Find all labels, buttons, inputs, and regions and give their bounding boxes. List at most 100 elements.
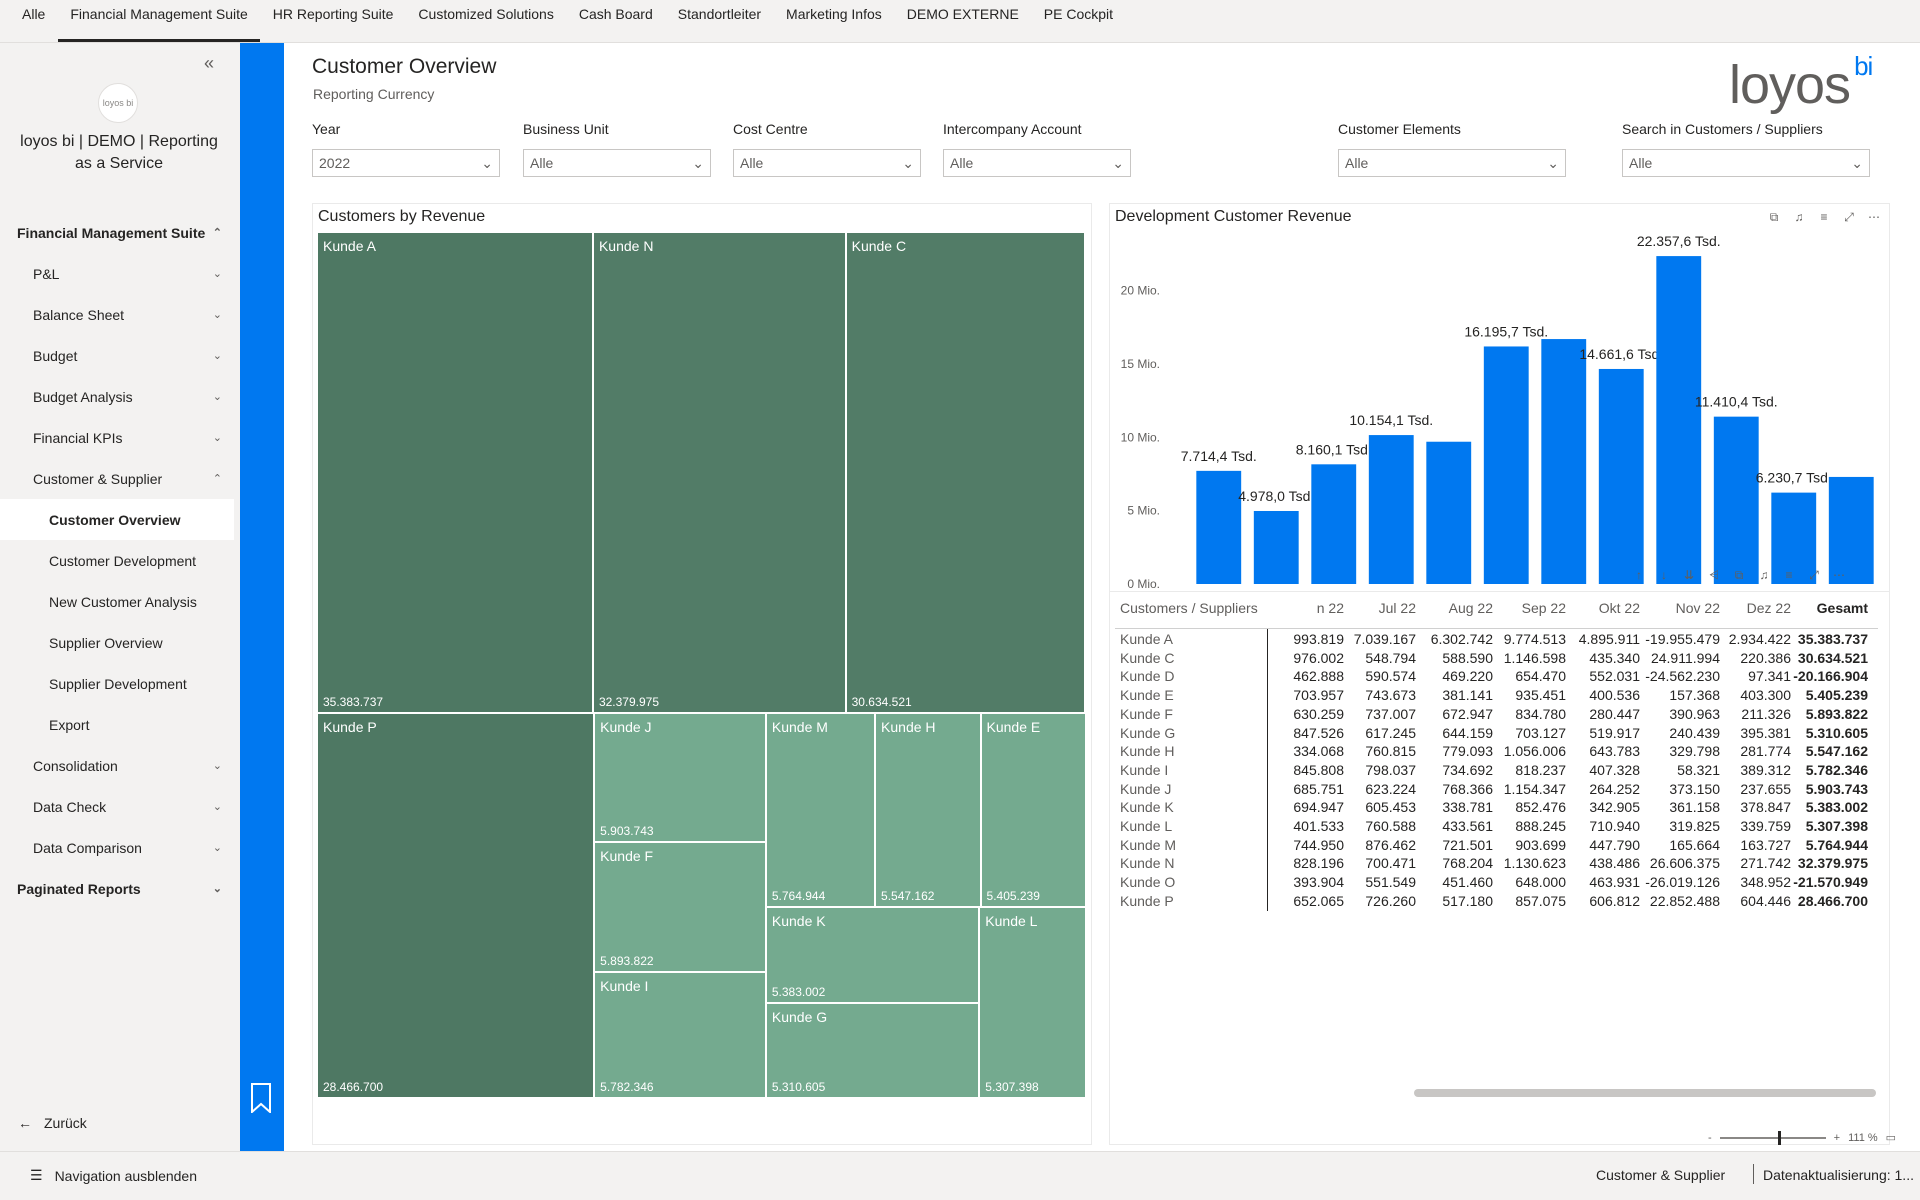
treemap-tile[interactable]: Kunde F 5.893.822	[594, 842, 766, 972]
treemap-tile[interactable]: Kunde L 5.307.398	[979, 907, 1086, 1098]
bar[interactable]	[1483, 346, 1529, 584]
sidebar-item-customer-supplier[interactable]: Customer & Supplier ⌃	[0, 458, 234, 499]
tab-hr-reporting-suite[interactable]: HR Reporting Suite	[261, 0, 406, 42]
column-header[interactable]: Aug 22	[1449, 600, 1493, 616]
sidebar-item-budget[interactable]: Budget ⌄	[0, 335, 234, 376]
bar[interactable]	[1368, 435, 1414, 584]
treemap-tile[interactable]: Kunde G 5.310.605	[765, 1002, 980, 1098]
sidebar-item-financial-kpis[interactable]: Financial KPIs ⌄	[0, 417, 234, 458]
tab-standortleiter[interactable]: Standortleiter	[666, 0, 773, 42]
copy-icon[interactable]: ⧉	[1732, 568, 1746, 582]
zoom-thumb[interactable]	[1777, 1130, 1781, 1145]
column-header[interactable]: n 22	[1317, 600, 1344, 616]
business-unit-dropdown[interactable]: Alle ⌄	[523, 149, 711, 177]
row-header[interactable]: Customers / Suppliers	[1120, 600, 1258, 616]
year-dropdown[interactable]: 2022 ⌄	[312, 149, 500, 177]
table-row[interactable]: Kunde F 630.259 737.007 672.947 834.780 280.4…	[1110, 706, 1891, 725]
table-row[interactable]: Kunde C 976.002 548.794 588.590 1.146.598 435…	[1110, 650, 1891, 669]
zoom-in-button[interactable]: +	[1834, 1132, 1840, 1144]
sidebar-item-p-l[interactable]: P&L ⌄	[0, 253, 234, 294]
treemap-visual[interactable]: Customers by Revenue Kunde A 35.383.737 Ku…	[312, 203, 1092, 1145]
table-row[interactable]: Kunde D 462.888 590.574 469.220 654.470 552.0…	[1110, 668, 1891, 687]
table-row[interactable]: Kunde G 847.526 617.245 644.159 703.127 519.9…	[1110, 725, 1891, 744]
table-row[interactable]: Kunde L 401.533 760.588 433.561 888.245 710.9…	[1110, 818, 1891, 837]
tab-financial-management-suite[interactable]: Financial Management Suite	[58, 0, 260, 42]
sidebar-item-consolidation[interactable]: Consolidation ⌄	[0, 745, 234, 786]
sidebar-item-new-customer-analysis[interactable]: New Customer Analysis	[0, 581, 234, 622]
table-row[interactable]: Kunde N 828.196 700.471 768.204 1.130.623 438…	[1110, 855, 1891, 874]
revenue-chart-visual[interactable]: Development Customer Revenue ⧉ ♫ ≡ ⤢ ⋯ 0…	[1109, 203, 1890, 615]
search-customers-dropdown[interactable]: Alle ⌄	[1622, 149, 1870, 177]
drill-down-icon[interactable]: ↓	[1657, 568, 1671, 582]
back-button[interactable]: ← Zurück	[18, 1115, 87, 1131]
column-header[interactable]: Nov 22	[1676, 600, 1720, 616]
bar[interactable]	[1311, 464, 1357, 584]
filter-icon[interactable]: ≡	[1782, 568, 1796, 582]
sidebar-item-financial-management-suite[interactable]: Financial Management Suite ⌃	[0, 212, 234, 253]
sidebar-item-budget-analysis[interactable]: Budget Analysis ⌄	[0, 376, 234, 417]
expand-all-icon[interactable]: ⇊	[1682, 568, 1696, 582]
treemap-tile[interactable]: Kunde N 32.379.975	[592, 232, 846, 713]
table-row[interactable]: Kunde O 393.904 551.549 451.460 648.000 463.9…	[1110, 874, 1891, 893]
column-header[interactable]: Okt 22	[1599, 600, 1640, 616]
sidebar-item-export[interactable]: Export	[0, 704, 234, 745]
tab-pe-cockpit[interactable]: PE Cockpit	[1032, 0, 1125, 42]
more-options-icon[interactable]: ⋯	[1832, 568, 1846, 582]
bar[interactable]	[1713, 416, 1759, 584]
table-row[interactable]: Kunde P 652.065 726.260 517.180 857.075 606.8…	[1110, 893, 1891, 912]
drill-up-icon[interactable]: ↑	[1632, 568, 1646, 582]
bar[interactable]	[1541, 339, 1587, 584]
treemap-tile[interactable]: Kunde C 30.634.521	[845, 232, 1085, 713]
treemap-tile[interactable]: Kunde E 5.405.239	[980, 712, 1086, 908]
column-header[interactable]: Jul 22	[1379, 600, 1416, 616]
focus-mode-icon[interactable]: ⤢	[1807, 568, 1821, 582]
bar[interactable]	[1656, 256, 1702, 584]
column-header[interactable]: Gesamt	[1817, 600, 1868, 616]
sidebar-item-supplier-overview[interactable]: Supplier Overview	[0, 622, 234, 663]
tab-cash-board[interactable]: Cash Board	[567, 0, 665, 42]
treemap-tile[interactable]: Kunde P 28.466.700	[317, 712, 595, 1098]
tab-alle[interactable]: Alle	[10, 0, 57, 42]
zoom-slider[interactable]	[1719, 1130, 1826, 1145]
bar[interactable]	[1253, 510, 1299, 584]
matrix-visual[interactable]: Customers / Suppliers n 22 Jul 22 Aug 22 Sep…	[1109, 591, 1890, 1145]
tab-customized-solutions[interactable]: Customized Solutions	[406, 0, 565, 42]
table-row[interactable]: Kunde A 993.819 7.039.167 6.302.742 9.774.51…	[1110, 631, 1891, 650]
current-page-label[interactable]: Customer & Supplier	[1596, 1167, 1725, 1183]
sidebar-item-paginated-reports[interactable]: Paginated Reports ⌄	[0, 868, 234, 909]
intercompany-dropdown[interactable]: Alle ⌄	[943, 149, 1131, 177]
sidebar-item-customer-overview[interactable]: Customer Overview	[0, 499, 234, 540]
treemap-tile[interactable]: Kunde H 5.547.162	[875, 712, 981, 908]
bar[interactable]	[1196, 470, 1242, 584]
hierarchy-icon[interactable]: ⩤	[1707, 568, 1721, 582]
customer-elements-dropdown[interactable]: Alle ⌄	[1338, 149, 1566, 177]
fit-to-page-icon[interactable]: ▭	[1886, 1131, 1896, 1144]
sidebar-item-balance-sheet[interactable]: Balance Sheet ⌄	[0, 294, 234, 335]
table-row[interactable]: Kunde I 845.808 798.037 734.692 818.237 407.3…	[1110, 762, 1891, 781]
table-row[interactable]: Kunde M 744.950 876.462 721.501 903.699 447.7…	[1110, 837, 1891, 856]
treemap-tile[interactable]: Kunde J 5.903.743	[594, 712, 766, 843]
tab-marketing-infos[interactable]: Marketing Infos	[774, 0, 894, 42]
sidebar-item-supplier-development[interactable]: Supplier Development	[0, 663, 234, 704]
column-header[interactable]: Dez 22	[1747, 600, 1791, 616]
sidebar-item-data-check[interactable]: Data Check ⌄	[0, 786, 234, 827]
table-row[interactable]: Kunde K 694.947 605.453 338.781 852.476 342.9…	[1110, 799, 1891, 818]
bookmark-icon[interactable]	[250, 1083, 272, 1113]
bar[interactable]	[1598, 368, 1644, 584]
column-header[interactable]: Sep 22	[1522, 600, 1566, 616]
table-row[interactable]: Kunde E 703.957 743.673 381.141 935.451 400.5…	[1110, 687, 1891, 706]
zoom-out-button[interactable]: -	[1708, 1132, 1712, 1144]
table-row[interactable]: Kunde J 685.751 623.224 768.366 1.154.347 264…	[1110, 781, 1891, 800]
collapse-nav-icon[interactable]: «	[204, 53, 214, 74]
bell-icon[interactable]: ♫	[1757, 568, 1771, 582]
horizontal-scrollbar[interactable]	[1414, 1089, 1876, 1097]
treemap-tile[interactable]: Kunde A 35.383.737	[317, 232, 593, 713]
bar[interactable]	[1426, 441, 1472, 584]
treemap-tile[interactable]: Kunde M 5.764.944	[765, 712, 876, 908]
tab-demo-externe[interactable]: DEMO EXTERNE	[895, 0, 1031, 42]
table-row[interactable]: Kunde H 334.068 760.815 779.093 1.056.006 643…	[1110, 743, 1891, 762]
treemap-tile[interactable]: Kunde I 5.782.346	[594, 972, 766, 1098]
sidebar-item-data-comparison[interactable]: Data Comparison ⌄	[0, 827, 234, 868]
cost-centre-dropdown[interactable]: Alle ⌄	[733, 149, 921, 177]
sidebar-item-customer-development[interactable]: Customer Development	[0, 540, 234, 581]
